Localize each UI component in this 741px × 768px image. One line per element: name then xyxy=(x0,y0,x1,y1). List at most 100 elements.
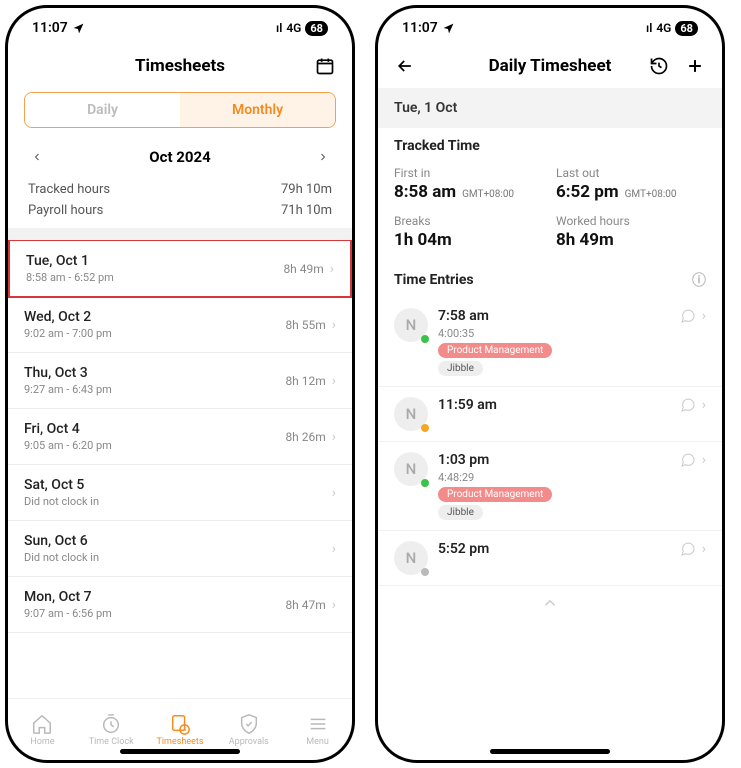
network-label: 4G xyxy=(286,21,301,35)
last-out-value: 6:52 pm xyxy=(556,182,619,202)
day-range: Did not clock in xyxy=(24,495,99,508)
worked-value: 8h 49m xyxy=(556,230,614,250)
tracked-time-title: Tracked Time xyxy=(378,128,722,160)
breaks-value: 1h 04m xyxy=(394,230,452,250)
day-row[interactable]: Sun, Oct 6 Did not clock in › xyxy=(8,521,352,577)
tab-menu[interactable]: Menu xyxy=(283,699,352,760)
battery-badge: 68 xyxy=(675,21,698,36)
day-row[interactable]: Thu, Oct 3 9:27 am - 6:43 pm 8h 12m › xyxy=(8,353,352,409)
status-dot xyxy=(421,568,429,576)
entry-row[interactable]: N 5:52 pm › xyxy=(378,531,722,586)
segmented-control: Daily Monthly xyxy=(24,92,336,128)
status-dot xyxy=(421,479,429,487)
phone-left: 11:07 ıl 4G 68 Timesheets Daily Monthly … xyxy=(5,5,355,763)
entry-time: 1:03 pm xyxy=(438,452,670,468)
day-list: Tue, Oct 1 8:58 am - 6:52 pm 8h 49m › We… xyxy=(8,240,352,698)
location-icon xyxy=(72,22,85,35)
info-icon[interactable]: ⓘ xyxy=(692,270,706,290)
payroll-hours-value: 71h 10m xyxy=(281,203,332,218)
day-range: 9:02 am - 7:00 pm xyxy=(24,327,112,340)
divider xyxy=(8,228,352,240)
worked-label: Worked hours xyxy=(556,214,706,228)
entry-avatar: N xyxy=(394,541,428,575)
summary: Tracked hours 79h 10m Payroll hours 71h … xyxy=(8,180,352,228)
home-indicator xyxy=(120,749,240,754)
tab-home-label: Home xyxy=(30,737,54,747)
day-range: 9:07 am - 6:56 pm xyxy=(24,607,112,620)
entry-row[interactable]: N 7:58 am4:00:35Product ManagementJibble… xyxy=(378,298,722,387)
seg-daily[interactable]: Daily xyxy=(25,93,180,127)
chevron-right-icon: › xyxy=(702,308,706,324)
prev-month-button[interactable] xyxy=(28,148,46,166)
chevron-right-icon: › xyxy=(332,485,336,501)
battery-badge: 68 xyxy=(305,21,328,36)
day-range: 8:58 am - 6:52 pm xyxy=(26,271,114,284)
entry-tag-primary: Product Management xyxy=(438,343,552,358)
tz-label: GMT+08:00 xyxy=(462,189,514,200)
breaks-label: Breaks xyxy=(394,214,544,228)
day-range: Did not clock in xyxy=(24,551,99,564)
first-in-value: 8:58 am xyxy=(394,182,456,202)
entries-title: Time Entries xyxy=(394,272,474,288)
day-date: Sun, Oct 6 xyxy=(24,533,99,549)
entry-duration: 4:48:29 xyxy=(438,471,670,484)
page-title: Timesheets xyxy=(135,56,225,76)
comment-icon[interactable] xyxy=(680,541,696,557)
entry-time: 11:59 am xyxy=(438,397,670,413)
day-row[interactable]: Sat, Oct 5 Did not clock in › xyxy=(8,465,352,521)
seg-monthly[interactable]: Monthly xyxy=(180,93,335,127)
status-time: 11:07 xyxy=(32,20,68,36)
network-label: 4G xyxy=(656,21,671,35)
month-label: Oct 2024 xyxy=(149,148,210,166)
entry-duration: 4:00:35 xyxy=(438,327,670,340)
day-date: Wed, Oct 2 xyxy=(24,309,112,325)
page-title: Daily Timesheet xyxy=(489,56,612,76)
day-hours: 8h 55m xyxy=(285,318,325,332)
date-banner: Tue, 1 Oct xyxy=(378,88,722,128)
tracked-grid: First in 8:58 am GMT+08:00 Last out 6:52… xyxy=(378,160,722,264)
entry-row[interactable]: N 11:59 am › xyxy=(378,387,722,442)
day-row[interactable]: Wed, Oct 2 9:02 am - 7:00 pm 8h 55m › xyxy=(8,297,352,353)
chevron-right-icon: › xyxy=(332,317,336,333)
status-bar: 11:07 ıl 4G 68 xyxy=(8,8,352,48)
history-icon[interactable] xyxy=(648,55,670,77)
comment-icon[interactable] xyxy=(680,397,696,413)
day-hours: 8h 49m xyxy=(283,262,323,276)
day-hours: 8h 12m xyxy=(285,374,325,388)
entry-row[interactable]: N 1:03 pm4:48:29Product ManagementJibble… xyxy=(378,442,722,531)
next-month-button[interactable] xyxy=(314,148,332,166)
collapse-arrow[interactable] xyxy=(378,586,722,654)
home-indicator xyxy=(490,749,610,754)
signal-icon: ıl xyxy=(646,21,652,35)
entry-avatar: N xyxy=(394,397,428,431)
chevron-right-icon: › xyxy=(332,429,336,445)
comment-icon[interactable] xyxy=(680,452,696,468)
chevron-right-icon: › xyxy=(702,541,706,557)
chevron-right-icon: › xyxy=(332,597,336,613)
day-date: Mon, Oct 7 xyxy=(24,589,112,605)
tab-sheets-label: Timesheets xyxy=(157,737,204,747)
day-row[interactable]: Mon, Oct 7 9:07 am - 6:56 pm 8h 47m › xyxy=(8,577,352,633)
status-dot xyxy=(421,335,429,343)
add-button[interactable] xyxy=(684,55,706,77)
calendar-icon[interactable] xyxy=(314,55,336,77)
day-date: Thu, Oct 3 xyxy=(24,365,112,381)
day-hours: 8h 26m xyxy=(285,430,325,444)
tab-approvals-label: Approvals xyxy=(229,737,269,747)
location-icon xyxy=(442,22,455,35)
last-out-label: Last out xyxy=(556,166,706,180)
comment-icon[interactable] xyxy=(680,308,696,324)
header-left: Timesheets xyxy=(8,48,352,88)
month-nav: Oct 2024 xyxy=(8,140,352,180)
entries-list: N 7:58 am 4:00:35 Product Management Jibble… xyxy=(378,298,722,586)
day-row[interactable]: Tue, Oct 1 8:58 am - 6:52 pm 8h 49m › xyxy=(8,240,352,298)
entry-tag-secondary: Jibble xyxy=(438,361,483,376)
back-button[interactable] xyxy=(394,55,416,77)
entry-avatar: N xyxy=(394,452,428,486)
status-dot xyxy=(421,424,429,432)
day-row[interactable]: Fri, Oct 4 9:05 am - 6:20 pm 8h 26m › xyxy=(8,409,352,465)
day-hours: 8h 47m xyxy=(285,598,325,612)
entry-tag-primary: Product Management xyxy=(438,487,552,502)
tab-home[interactable]: Home xyxy=(8,699,77,760)
entry-time: 7:58 am xyxy=(438,308,670,324)
